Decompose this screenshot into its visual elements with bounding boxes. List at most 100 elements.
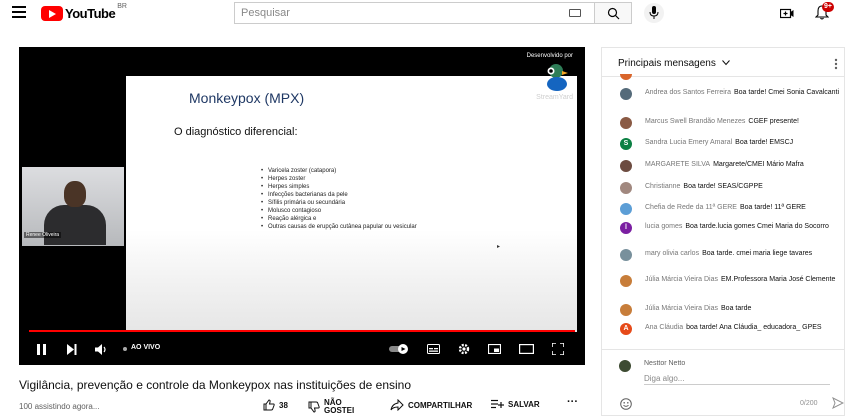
like-count: 38 [279,400,288,410]
pause-icon[interactable] [37,344,47,355]
keyboard-icon[interactable] [569,9,581,17]
save-button[interactable]: SALVAR [491,399,540,409]
share-arrow-icon [390,399,404,411]
volume-icon[interactable] [95,344,108,355]
presenter-body [44,205,106,245]
emoji-icon[interactable] [620,398,632,410]
message-text: CGEF presente! [748,118,799,125]
search-icon [607,7,620,20]
logo-text: YouTube [65,5,116,21]
chat-message-list: Andrea dos Santos Ferreira Boa tarde! Cme… [602,74,845,348]
avatar: S [620,138,632,150]
create-video-icon[interactable] [780,7,794,19]
message-text: Boa tarde! 11ª GERE [739,204,806,211]
message-text: EM.Professora Maria José Clemente [721,276,836,283]
share-label: COMPARTILHAR [408,400,473,410]
avatar [620,182,632,194]
avatar [620,203,632,215]
save-label: SALVAR [508,399,540,409]
menu-icon[interactable] [12,6,26,18]
slide-bullet: Reação alérgica e [261,215,417,223]
next-icon[interactable] [67,344,77,355]
live-progress-bar[interactable] [29,330,575,332]
avatar [620,304,632,316]
slide-bullet: Sífilis primária ou secundária [261,199,417,207]
avatar: A [620,323,632,335]
video-player[interactable]: Monkeypox (MPX) O diagnóstico diferencia… [19,47,585,365]
more-actions-icon[interactable]: ··· [567,396,578,408]
message-author: Chefia de Rede da 11ª GERE [645,204,737,211]
streamyard-duck-icon [547,64,568,91]
message-author: Sandra Lucia Emery Amaral [645,139,733,146]
slide-bullet: Varicela zoster (catapora) [261,167,417,175]
branding-caption: Desenvolvido por [526,53,573,59]
chevron-down-icon [721,60,730,66]
live-label[interactable]: AO VIVO [131,344,160,351]
chat-header: Principais mensagens [602,48,845,77]
chat-input-area: Nesttor Netto 0/200 [602,349,845,417]
avatar [620,249,632,261]
search-box [234,2,594,24]
youtube-play-icon [41,5,63,21]
live-indicator-dot [123,347,127,351]
slide-bullet: Herpes zoster [261,175,417,183]
video-title: Vigilância, prevenção e controle da Monk… [19,378,412,392]
message-author: MARGARETE SILVA [645,161,711,168]
message-text: Boa tarde [721,305,752,312]
voice-search-button[interactable] [644,3,664,23]
player-controls: AO VIVO [19,339,585,361]
send-icon[interactable] [832,397,844,409]
message-author: Andrea dos Santos Ferreira [645,89,731,96]
message-text: Boa tarde. cmei maria liege tavares [702,250,813,257]
miniplayer-icon[interactable] [488,344,501,354]
fullscreen-icon[interactable] [552,343,564,355]
logo-country-code: BR [117,3,127,10]
streamyard-branding: Desenvolvido por StreamYard [509,52,579,102]
viewer-count: 100 assistindo agora... [19,402,100,411]
chat-menu-icon[interactable] [834,58,838,70]
slide-title: Monkeypox (MPX) [189,90,305,106]
chat-mode-label: Principais mensagens [618,58,716,69]
like-button[interactable]: 38 [263,399,288,411]
top-bar: YouTube BR 9+ [0,0,845,26]
avatar [620,275,632,287]
avatar [620,88,632,100]
settings-gear-icon[interactable] [458,343,470,355]
message-text: Boa tarde! Cmei Sonia Cavalcanti [734,89,840,96]
my-name: Nesttor Netto [644,360,686,367]
autoplay-toggle-icon[interactable] [389,344,409,354]
message-author: Christianne [645,183,681,190]
add-to-playlist-icon [491,399,504,409]
message-author: Marcus Swell Brandão Menezes [645,118,746,125]
presenter-head [64,181,86,207]
message-author: mary olivia carlos [645,250,700,257]
dislike-label: NÃO GOSTEI [324,399,354,415]
message-text: Boa tarde! SEAS/CGPPE [683,183,763,190]
presentation-slide: Monkeypox (MPX) O diagnóstico diferencia… [126,76,577,332]
slide-bullet: Infecções bacterianas da pele [261,191,417,199]
microphone-icon [649,6,659,19]
message-author: Júlia Márcia Vieira Dias [645,305,719,312]
thumbs-down-icon [308,401,320,413]
theater-mode-icon[interactable] [519,344,534,354]
search-input[interactable] [235,3,535,23]
message-author: lucia gomes [645,223,683,230]
character-count: 0/200 [800,400,818,407]
message-text: Boa tarde.lucia gomes Cmei Maria do Soco… [685,223,829,230]
avatar [620,160,632,172]
subtitles-icon[interactable] [427,344,440,354]
avatar: l [620,222,632,234]
avatar [620,117,632,129]
dislike-button[interactable]: NÃO GOSTEI [308,399,354,415]
search-button[interactable] [594,2,632,24]
chat-mode-dropdown[interactable]: Principais mensagens [618,58,730,69]
notifications-badge: 9+ [822,2,834,12]
youtube-logo[interactable]: YouTube BR [41,3,127,22]
share-button[interactable]: COMPARTILHAR [390,399,472,411]
slide-bullet: Molusco contagioso [261,207,417,215]
thumbs-up-icon [263,399,275,411]
presenter-name-label: Renee Oliveira [24,232,62,238]
chat-message-input[interactable] [644,372,830,385]
slide-subtitle: O diagnóstico diferencial: [174,126,298,138]
dislike-label-line2: GOSTEI [324,406,355,415]
